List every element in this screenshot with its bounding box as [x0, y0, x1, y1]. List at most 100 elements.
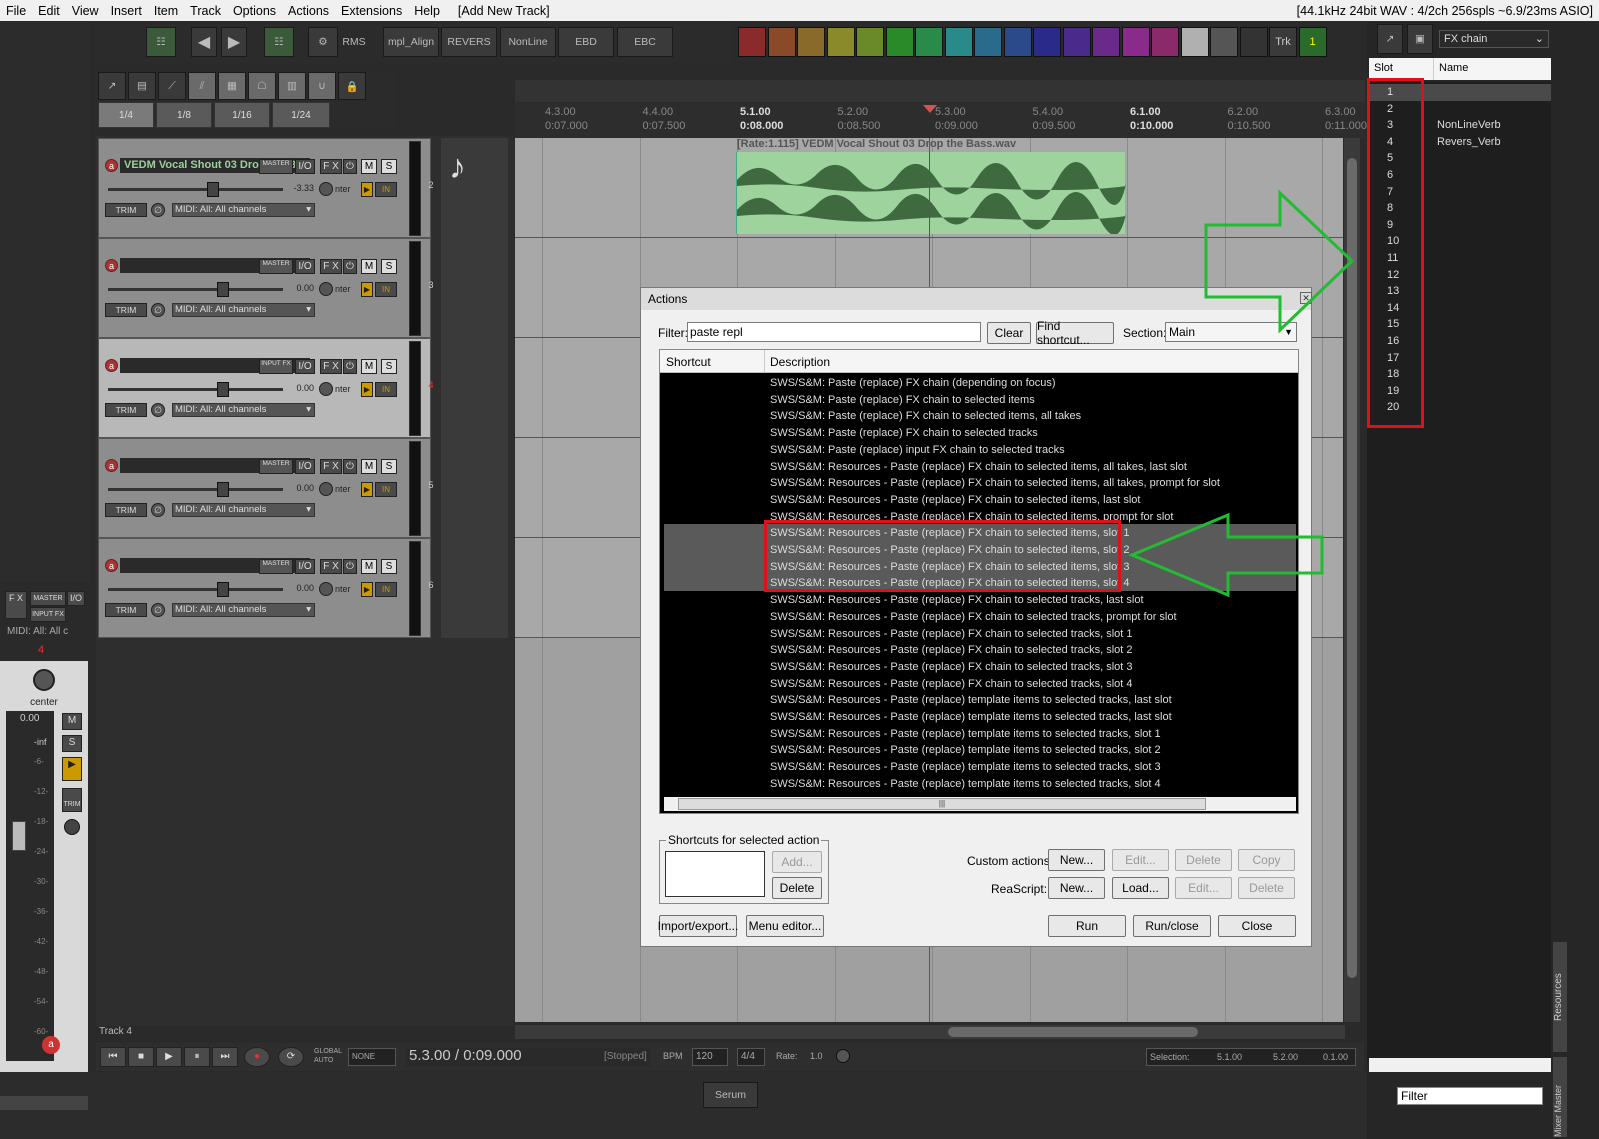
solo-button[interactable]: S	[381, 359, 397, 374]
input-button[interactable]: IN	[375, 182, 397, 197]
snap-1-24[interactable]: 1/24	[272, 102, 330, 128]
mixer-solo-button[interactable]: S	[62, 735, 82, 752]
resources-auto-fill-icon[interactable]: ↗	[1377, 24, 1403, 54]
resources-type-select[interactable]: FX chain ⌄	[1439, 30, 1549, 48]
volume-fader-knob[interactable]	[217, 382, 229, 397]
import-export-button[interactable]: Import/export...	[658, 915, 738, 937]
color-swatch[interactable]	[738, 27, 766, 57]
fx-button[interactable]: F X	[320, 259, 342, 274]
volume-fader-knob[interactable]	[217, 582, 229, 597]
action-row[interactable]: SWS/S&M: Resources - Paste (replace) tem…	[770, 759, 1161, 776]
find-shortcut-button[interactable]: Find shortcut...	[1036, 319, 1114, 347]
power-icon[interactable]: ⏻	[343, 459, 357, 474]
rate-knob[interactable]	[836, 1049, 850, 1063]
trim-button[interactable]: TRIM	[105, 603, 147, 617]
lock-icon[interactable]: 🔒	[338, 72, 366, 100]
trim-button[interactable]: TRIM	[105, 503, 147, 517]
action-row[interactable]: SWS/S&M: Resources - Paste (replace) FX …	[770, 676, 1133, 693]
record-icon[interactable]: ●	[244, 1047, 270, 1067]
clear-button[interactable]: Clear	[987, 322, 1031, 344]
color-swatch[interactable]	[1062, 27, 1091, 57]
mixer-mute-button[interactable]: M	[62, 713, 82, 730]
track-header[interactable]: a MASTER I/O F X ⏻ M S 0.00 nter ▶ IN TR…	[98, 238, 431, 338]
group-icon[interactable]: ☖	[248, 72, 276, 100]
col-description[interactable]: Description	[770, 355, 830, 369]
pan-knob[interactable]	[319, 282, 333, 296]
shortcuts-list[interactable]	[665, 851, 765, 897]
input-button[interactable]: IN	[375, 282, 397, 297]
input-button[interactable]: IN	[375, 482, 397, 497]
record-arm-button[interactable]: a	[105, 159, 118, 172]
power-icon[interactable]: ⏻	[343, 559, 357, 574]
monitor-icon[interactable]: ▶	[361, 382, 373, 397]
close-button[interactable]: Close	[1218, 915, 1296, 937]
color-swatch[interactable]	[826, 27, 855, 57]
fx-button[interactable]: F X	[320, 359, 342, 374]
col-slot[interactable]: Slot	[1374, 62, 1393, 74]
snap-1-8[interactable]: 1/8	[156, 102, 212, 128]
ebd-button[interactable]: EBD	[558, 27, 614, 57]
color-swatch[interactable]	[797, 27, 825, 57]
action-row[interactable]: SWS/S&M: Resources - Paste (replace) tem…	[770, 709, 1172, 726]
snap-1-4[interactable]: 1/4	[98, 102, 154, 128]
solo-button[interactable]: S	[381, 259, 397, 274]
mixer-fader-knob[interactable]	[12, 821, 26, 851]
action-row[interactable]: SWS/S&M: Resources - Paste (replace) tem…	[770, 776, 1161, 793]
color-swatch[interactable]	[915, 27, 943, 57]
reascript-edit-button[interactable]: Edit...	[1175, 877, 1232, 899]
reascript-new-button[interactable]: New...	[1048, 877, 1105, 899]
color-swatch[interactable]	[944, 27, 973, 57]
menu-extensions[interactable]: Extensions	[335, 4, 408, 18]
snap-grid-icon[interactable]: ▥	[278, 72, 306, 100]
menu-options[interactable]: Options	[227, 4, 282, 18]
col-shortcut[interactable]: Shortcut	[666, 355, 711, 369]
mixer-midi[interactable]: MIDI: All: All c	[7, 626, 68, 637]
io-button[interactable]: I/O	[295, 159, 315, 174]
go-end-icon[interactable]: ⏭	[212, 1047, 238, 1067]
record-arm-button[interactable]: a	[105, 359, 118, 372]
selection-end[interactable]: 5.2.00	[1273, 1049, 1298, 1065]
mixer-trim-button[interactable]: TRIM	[62, 788, 82, 812]
menu-file[interactable]: File	[0, 4, 32, 18]
menu-help[interactable]: Help	[408, 4, 446, 18]
power-icon[interactable]: ⏻	[343, 159, 357, 174]
serum-button[interactable]: Serum	[703, 1082, 758, 1108]
phase-icon[interactable]	[64, 819, 80, 835]
volume-fader[interactable]	[108, 488, 283, 491]
nonline-button[interactable]: NonLine	[500, 27, 556, 57]
pan-knob[interactable]	[319, 382, 333, 396]
monitor-icon[interactable]: ▶	[361, 282, 373, 297]
io-button[interactable]: I/O	[295, 259, 315, 274]
record-arm-button[interactable]: a	[105, 559, 118, 572]
color-swatch[interactable]	[1180, 27, 1209, 57]
trim-button[interactable]: TRIM	[105, 303, 147, 317]
track-header[interactable]: a VEDM Vocal Shout 03 Drop the Bass.wav …	[98, 138, 431, 238]
mixer-hscroll[interactable]	[0, 1096, 88, 1110]
custom-new-button[interactable]: New...	[1048, 849, 1105, 871]
list-hscroll[interactable]: |||	[664, 797, 1296, 811]
ripple-icon[interactable]: ⫽	[188, 72, 216, 100]
volume-fader[interactable]	[108, 588, 283, 591]
action-row[interactable]: SWS/S&M: Resources - Paste (replace) FX …	[770, 475, 1220, 492]
io-button[interactable]: I/O	[295, 559, 315, 574]
media-item[interactable]	[736, 152, 1126, 234]
envelope-icon[interactable]: ↗	[98, 72, 126, 100]
midi-input-select[interactable]: MIDI: All: All channels ▾	[172, 303, 315, 317]
mixer-io-button[interactable]: I/O	[67, 591, 85, 606]
filter-input[interactable]: paste repl	[687, 322, 981, 342]
mixer-monitor-button[interactable]: ▶	[62, 757, 82, 781]
hscroll-thumb[interactable]	[948, 1027, 1198, 1037]
solo-button[interactable]: S	[381, 459, 397, 474]
mixer-record-arm[interactable]: a	[42, 1036, 60, 1054]
track-header[interactable]: a MASTER I/O F X ⏻ M S 0.00 nter ▶ IN TR…	[98, 538, 431, 638]
midi-input-select[interactable]: MIDI: All: All channels ▾	[172, 603, 315, 617]
pan-knob[interactable]	[319, 482, 333, 496]
stretch-icon[interactable]: ⟋	[158, 72, 186, 100]
resources-auto-save-icon[interactable]: ▣	[1407, 24, 1433, 54]
fx-button[interactable]: F X	[320, 459, 342, 474]
phase-icon[interactable]: ∅	[151, 203, 165, 217]
volume-fader-knob[interactable]	[207, 182, 219, 197]
playhead-marker-icon[interactable]	[923, 105, 937, 113]
record-arm-button[interactable]: a	[105, 259, 118, 272]
pause-icon[interactable]: ⏸	[184, 1047, 210, 1067]
